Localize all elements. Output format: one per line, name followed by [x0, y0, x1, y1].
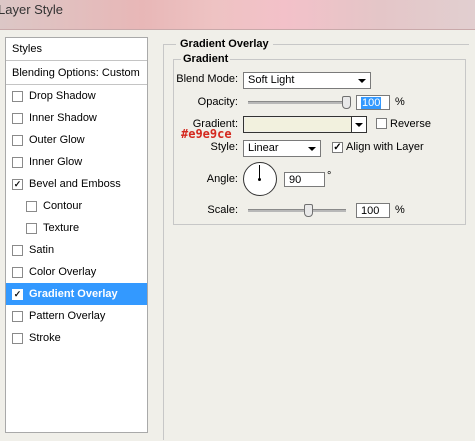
- style-item-label: Inner Glow: [29, 156, 83, 168]
- style-item-label: Pattern Overlay: [29, 310, 106, 322]
- scale-unit: %: [395, 204, 405, 216]
- style-item-label: Texture: [43, 222, 80, 234]
- opacity-value: 100: [361, 97, 382, 109]
- style-item-checkbox[interactable]: [12, 90, 23, 102]
- align-with-layer-checkbox[interactable]: ✓: [332, 142, 343, 153]
- scale-label: Scale:: [207, 204, 238, 216]
- blend-mode-value: Soft Light: [248, 74, 295, 86]
- blending-options-item[interactable]: Blending Options: Custom: [6, 62, 147, 85]
- style-item-label: Drop Shadow: [29, 90, 96, 102]
- style-item-color-overlay[interactable]: Color Overlay: [6, 261, 147, 283]
- style-item-label: Contour: [43, 200, 83, 212]
- angle-label: Angle:: [206, 173, 238, 185]
- chevron-down-icon: [355, 123, 363, 127]
- chevron-down-icon: [358, 79, 366, 83]
- angle-center-dot: [258, 178, 261, 181]
- angle-value: 90: [289, 174, 302, 186]
- style-item-label: Satin: [29, 244, 55, 256]
- blend-mode-select[interactable]: Soft Light: [243, 72, 371, 89]
- style-item-label: Stroke: [29, 332, 61, 344]
- style-item-satin[interactable]: Satin: [6, 239, 147, 261]
- style-item-contour[interactable]: Contour: [6, 195, 147, 217]
- chevron-down-icon: [308, 147, 316, 151]
- scale-slider-thumb[interactable]: [304, 204, 314, 217]
- opacity-unit: %: [395, 96, 405, 108]
- style-item-inner-shadow[interactable]: Inner Shadow: [6, 107, 147, 129]
- style-item-texture[interactable]: Texture: [6, 217, 147, 239]
- style-item-label: Color Overlay: [29, 266, 97, 278]
- style-item-checkbox[interactable]: [12, 156, 23, 168]
- style-item-gradient-overlay[interactable]: ✓ Gradient Overlay: [6, 283, 147, 305]
- opacity-slider-track[interactable]: [248, 101, 349, 104]
- opacity-input[interactable]: 100: [356, 95, 390, 110]
- styles-panel: Styles Blending Options: Custom Drop Sha…: [5, 37, 148, 433]
- opacity-slider-thumb[interactable]: [342, 96, 351, 109]
- section-title: Gradient Overlay: [176, 38, 273, 50]
- scale-input[interactable]: 100: [356, 203, 390, 218]
- style-item-label: Outer Glow: [29, 134, 85, 146]
- style-item-checkbox[interactable]: [26, 222, 37, 234]
- gradient-picker[interactable]: [243, 116, 367, 133]
- style-item-stroke[interactable]: Stroke: [6, 327, 147, 349]
- style-item-checkbox[interactable]: ✓: [12, 288, 23, 300]
- styles-header[interactable]: Styles: [6, 38, 147, 61]
- styles-list: Drop Shadow Inner Shadow Outer Glow Inner G…: [6, 85, 147, 349]
- angle-needle: [259, 165, 260, 179]
- style-item-label: Inner Shadow: [29, 112, 97, 124]
- style-item-drop-shadow[interactable]: Drop Shadow: [6, 85, 147, 107]
- align-with-layer-label: Align with Layer: [346, 141, 424, 153]
- style-item-label: Gradient Overlay: [29, 288, 118, 300]
- style-item-checkbox[interactable]: [12, 310, 23, 322]
- style-item-inner-glow[interactable]: Inner Glow: [6, 151, 147, 173]
- gradient-preview[interactable]: [245, 118, 351, 131]
- title-bar: Layer Style: [0, 0, 475, 30]
- group-title: Gradient: [181, 53, 231, 65]
- reverse-label: Reverse: [390, 118, 431, 130]
- style-item-pattern-overlay[interactable]: Pattern Overlay: [6, 305, 147, 327]
- style-item-checkbox[interactable]: ✓: [12, 178, 23, 190]
- style-item-checkbox[interactable]: [12, 134, 23, 146]
- style-select[interactable]: Linear: [243, 140, 321, 157]
- window-title: Layer Style: [0, 2, 64, 17]
- blend-mode-label: Blend Mode:: [176, 73, 238, 85]
- style-item-checkbox[interactable]: [12, 332, 23, 344]
- scale-value: 100: [361, 205, 380, 217]
- style-item-checkbox[interactable]: [12, 112, 23, 124]
- color-annotation: #e9e9ce: [181, 127, 232, 141]
- opacity-label: Opacity:: [197, 96, 238, 108]
- angle-unit: °: [327, 170, 332, 182]
- style-item-checkbox[interactable]: [12, 266, 23, 278]
- style-item-checkbox[interactable]: [12, 244, 23, 256]
- angle-input[interactable]: 90: [284, 172, 325, 187]
- style-item-checkbox[interactable]: [26, 200, 37, 212]
- style-item-bevel-and-emboss[interactable]: ✓ Bevel and Emboss: [6, 173, 147, 195]
- style-value: Linear: [248, 142, 279, 154]
- style-item-outer-glow[interactable]: Outer Glow: [6, 129, 147, 151]
- angle-dial[interactable]: [243, 162, 277, 196]
- style-label: Style:: [210, 141, 238, 153]
- gradient-dropdown-button[interactable]: [351, 117, 366, 132]
- style-item-label: Bevel and Emboss: [29, 178, 121, 190]
- scale-slider-track[interactable]: [248, 209, 346, 212]
- reverse-checkbox[interactable]: [376, 118, 387, 129]
